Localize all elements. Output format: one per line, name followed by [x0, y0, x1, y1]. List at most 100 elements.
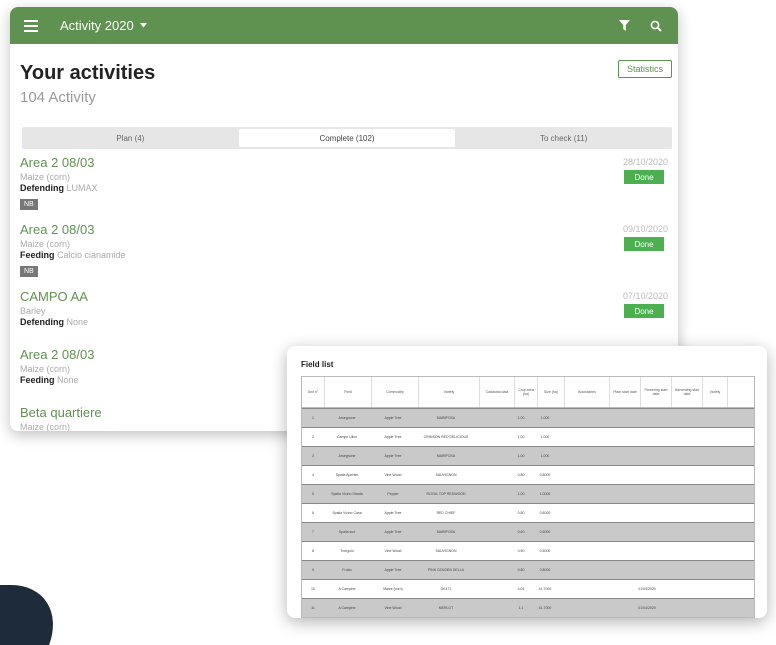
activity-date: 09/10/2020 [622, 224, 668, 234]
field-name: Area 2 08/03 [20, 155, 95, 170]
table-cell: 0.8000 [539, 511, 551, 515]
table-cell: 1.0000 [539, 492, 551, 496]
tab-complete[interactable]: Complete (102) [238, 129, 456, 147]
statistics-button[interactable]: Statistics [617, 60, 672, 78]
table-cell: A Campine [338, 587, 356, 591]
tab-plan[interactable]: Plan (4) [22, 127, 239, 149]
table-cell: SAUVIGNON [435, 549, 457, 553]
table-cell: Vine Wood [384, 473, 402, 477]
table-cell: Maize (corn) [383, 587, 403, 591]
table-cell: 0.50 [517, 549, 525, 553]
table-cell: Vine Wood [384, 549, 402, 553]
table-cell: Campo Ulivo [336, 435, 358, 439]
field-list-title: Field list [301, 360, 334, 369]
done-button[interactable]: Done [624, 237, 664, 251]
column-header: Flowering start date [641, 377, 672, 407]
done-button[interactable]: Done [624, 304, 664, 318]
search-icon[interactable] [646, 16, 666, 36]
field-table: Unit n° Field Commodity Variety Cadastral da… [301, 376, 755, 618]
decorative-shape [0, 585, 71, 645]
table-cell: Pepper [387, 492, 399, 496]
nb-badge: NB [20, 266, 38, 277]
table-cell: CRIMSON RED DELICIOUS [423, 435, 469, 439]
table-cell: Apple Tree [384, 568, 402, 572]
table-header: Unit n° Field Commodity Variety Cadastral da… [302, 377, 754, 408]
nb-badge: NB [20, 199, 38, 210]
activity-date: 28/10/2020 [622, 157, 668, 167]
table-cell: 11 [311, 606, 315, 610]
table-cell: 9 [312, 568, 314, 572]
table-cell: 4.01 [517, 587, 525, 591]
column-header: Boundaries [565, 377, 610, 407]
crop-name: Maize (corn) [20, 239, 71, 249]
table-cell: 4 [312, 473, 314, 477]
list-item[interactable]: CAMPO AA Barley Defending None 07/10/202… [20, 283, 668, 341]
year-selector[interactable]: Activity 2020 [60, 18, 147, 33]
table-row[interactable]: 10 A Campine Maize (corn) DK471 4.01 41.7000 0… [302, 579, 754, 598]
table-row[interactable]: 7 Spalla sud Apple Tree MARIPOSA 0.60 0.6000 [302, 522, 754, 541]
table-cell: MARIPOSA [436, 530, 456, 534]
page-title: Your activities [20, 62, 156, 84]
activity-type: Feeding Calcio cianamide [20, 250, 126, 260]
table-cell: Apple Tree [384, 435, 402, 439]
table-cell: Apple Tree [384, 454, 402, 458]
table-cell: 8 [312, 549, 314, 553]
table-cell: 41.7000 [538, 606, 552, 610]
table-cell: PINK GOLDEN DELLA [428, 568, 464, 572]
table-cell: 7 [312, 530, 314, 534]
table-cell: 10 [311, 587, 315, 591]
table-row[interactable]: 5 Spalla Vicino Strada Pepper ROYAL TOP RED… [302, 484, 754, 503]
table-cell: A Campine [338, 606, 356, 610]
column-header: Size (ha) [538, 377, 565, 407]
table-cell: 2 [312, 435, 314, 439]
table-cell: 1 [312, 416, 314, 420]
table-cell: Arsegnone [338, 454, 356, 458]
activity-date: 07/10/2020 [622, 291, 668, 301]
done-button[interactable]: Done [624, 170, 664, 184]
table-cell: Spalla sud [338, 530, 356, 534]
table-row[interactable]: 11 A Campine Vine Wood MERLOT 1.1 41.7000 01/0… [302, 598, 754, 617]
column-header: Crop area (ha) [515, 377, 538, 407]
column-header: Variety [419, 377, 480, 407]
field-name: CAMPO AA [20, 289, 88, 304]
table-cell: RED CHIEF [436, 511, 456, 515]
table-cell: 0.8000 [539, 568, 551, 572]
hamburger-icon[interactable] [24, 17, 38, 35]
table-cell: 0.80 [517, 473, 525, 477]
table-row[interactable]: 6 Spalla Vicino Casa Apple Tree RED CHIEF 0.… [302, 503, 754, 522]
list-item[interactable]: Area 2 08/03 Maize (corn) Defending LUMA… [20, 149, 668, 216]
table-row[interactable]: 9 Frutto Apple Tree PINK GOLDEN DELLA 0.80 0.… [302, 560, 754, 579]
table-cell: ROYAL TOP REDWOOD [426, 492, 466, 496]
crop-name: Maize (corn) [20, 172, 71, 182]
table-row[interactable]: 1 Arsegnone Apple Tree MARIPOSA 1.00 1.000 [302, 408, 754, 427]
table-row[interactable]: 3 Arsegnone Apple Tree MARIPOSA 1.00 1.000 [302, 446, 754, 465]
table-cell: DK471 [440, 587, 452, 591]
tab-to-check[interactable]: To check (11) [455, 127, 672, 149]
column-header: Cadastral data [480, 377, 515, 407]
table-cell: 1.000 [540, 416, 550, 420]
column-header: Commodity [372, 377, 419, 407]
table-cell: MARIPOSA [436, 454, 456, 458]
table-cell: Spalla Vicino Strada [331, 492, 363, 496]
table-cell: Spalla Apertim [335, 473, 359, 477]
table-cell: 0.80 [517, 568, 525, 572]
table-cell: MERLOT [438, 606, 454, 610]
column-header: Field [325, 377, 372, 407]
column-header: Plant start date [610, 377, 641, 407]
table-cell: 01/04/2020 [638, 606, 656, 610]
table-cell: 1.00 [517, 435, 525, 439]
list-item[interactable]: Area 2 08/03 Maize (corn) Feeding Calcio… [20, 216, 668, 283]
table-cell: Apple Tree [384, 511, 402, 515]
table-cell: 1.1 [518, 606, 524, 610]
filter-icon[interactable] [614, 16, 634, 36]
app-title: Activity 2020 [60, 18, 134, 33]
table-cell: Apple Tree [384, 530, 402, 534]
activity-type: Defending LUMAX [20, 183, 98, 193]
table-row[interactable]: 2 Campo Ulivo Apple Tree CRIMSON RED DELICI… [302, 427, 754, 446]
activity-count: 104 Activity [20, 89, 96, 106]
table-row[interactable]: 8 Trongolo Vine Wood SAUVIGNON 0.50 0.5000 [302, 541, 754, 560]
table-row[interactable]: 4 Spalla Apertim Vine Wood SAUVIGNON 0.80 0.8… [302, 465, 754, 484]
table-cell: MARIPOSA [436, 416, 456, 420]
crop-name: Barley [20, 306, 46, 316]
table-cell: Vine Wood [384, 606, 402, 610]
